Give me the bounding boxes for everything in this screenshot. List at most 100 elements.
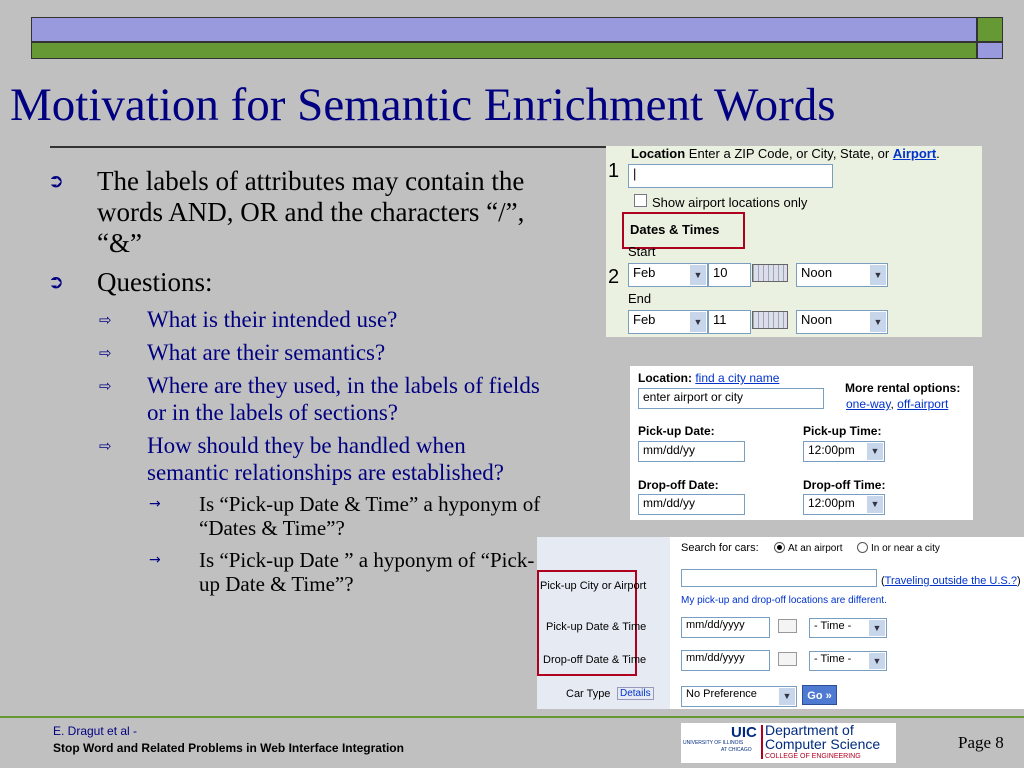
sub-bullet-text: What is their intended use? (147, 307, 398, 332)
airport-link[interactable]: Airport (893, 146, 936, 161)
step-number-1: 1 (608, 160, 620, 182)
pickup-time-label: Pick-up Time: (803, 424, 882, 438)
sub-sub-bullet-text: Is “Pick-up Date ” a hyponym of “Pick-up… (199, 548, 535, 596)
sub-bullet-item: ⇨ What are their semantics? (44, 339, 544, 366)
sub-sub-bullet-item: → Is “Pick-up Date & Time” a hyponym of … (44, 492, 544, 540)
form-screenshot-3: Search for cars: At an airport In or nea… (537, 537, 1024, 709)
car-type-select[interactable]: No Preference ▼ (681, 686, 797, 707)
dropoff-date-input[interactable]: mm/dd/yy (638, 494, 745, 515)
chevron-down-icon: ▼ (690, 312, 706, 332)
sub-bullet-item: ⇨ Where are they used, in the labels of … (44, 372, 544, 426)
in-city-label: In or near a city (871, 543, 940, 554)
pickup-date-input[interactable]: mm/dd/yyyy (681, 617, 770, 638)
chevron-down-icon: ▼ (870, 265, 886, 285)
form-screenshot-2: Location: find a city name enter airport… (630, 366, 973, 520)
bullet-arrow-icon: ➲ (48, 271, 64, 293)
in-city-radio[interactable] (857, 542, 868, 553)
pickup-city-label: Pick-up City or Airport (540, 580, 647, 592)
chevron-down-icon: ▼ (869, 620, 885, 636)
rental-links: one-way, off-airport (846, 397, 948, 411)
at-airport-radio[interactable] (774, 542, 785, 553)
logo-dept-line1: Department of (765, 722, 854, 738)
different-locations-link[interactable]: My pick-up and drop-off locations are di… (681, 595, 887, 606)
sub-bullet-item: ⇨ How should they be handled when semant… (44, 432, 544, 486)
location-input[interactable]: enter airport or city (638, 388, 824, 409)
find-city-link[interactable]: find a city name (695, 371, 779, 385)
end-label: End (628, 291, 652, 306)
bullet-text: Questions: (97, 267, 213, 297)
sub-sub-bullet-item: → Is “Pick-up Date ” a hyponym of “Pick-… (44, 548, 544, 596)
traveling-outside-link[interactable]: Traveling outside the U.S.? (885, 575, 1017, 587)
location-line: Location Enter a ZIP Code, or City, Stat… (631, 146, 940, 161)
pickup-time-value: 12:00pm (808, 443, 855, 457)
details-link[interactable]: Details (620, 688, 651, 699)
calendar-icon[interactable] (752, 264, 788, 282)
dropoff-date-input[interactable]: mm/dd/yyyy (681, 650, 770, 671)
go-button[interactable]: Go » (802, 685, 837, 705)
location-input[interactable]: | (628, 164, 833, 188)
location-hint: Enter a ZIP Code, or City, State, or (688, 146, 890, 161)
pickup-date-time-label: Pick-up Date & Time (546, 621, 647, 633)
off-airport-link[interactable]: off-airport (897, 397, 948, 411)
sub-bullet-arrow-icon: ⇨ (99, 437, 112, 455)
step-number-2: 2 (608, 266, 620, 288)
location-period: . (936, 146, 940, 161)
chevron-down-icon: ▼ (867, 496, 883, 513)
start-label: Start (628, 244, 656, 259)
sub-bullet-arrow-icon: ⇨ (99, 377, 112, 395)
sub-bullet-arrow-icon: ⇨ (99, 311, 112, 329)
bullet-list: ➲ The labels of attributes may contain t… (44, 166, 544, 604)
start-day-input[interactable]: 10 (708, 263, 751, 287)
sub-bullet-item: ⇨ What is their intended use? (44, 306, 544, 333)
dropoff-time-label: Drop-off Time: (803, 478, 886, 492)
pickup-time-select[interactable]: 12:00pm ▼ (803, 441, 885, 462)
start-month-select[interactable]: Feb ▼ (628, 263, 708, 287)
chevron-down-icon: ▼ (870, 312, 886, 332)
more-options-label: More rental options: (845, 381, 961, 395)
header-bar-bottom (31, 42, 977, 59)
traveling-link-wrap: (Traveling outside the U.S.?) (881, 575, 1021, 587)
logo-college: COLLEGE OF ENGINEERING (765, 753, 861, 760)
at-airport-label: At an airport (788, 543, 843, 554)
calendar-icon[interactable] (778, 652, 797, 666)
show-airport-checkbox[interactable] (634, 194, 647, 207)
footer-paper-title: Stop Word and Related Problems in Web In… (53, 741, 404, 755)
sub-bullet-text: How should they be handled when semantic… (147, 433, 505, 485)
bullet-item: ➲ The labels of attributes may contain t… (44, 166, 544, 259)
dropoff-time-value: 12:00pm (808, 496, 855, 510)
start-time-select[interactable]: Noon ▼ (796, 263, 888, 287)
logo-univ-line1: UNIVERSITY OF ILLINOIS (683, 740, 744, 746)
calendar-icon[interactable] (752, 311, 788, 329)
one-way-link[interactable]: one-way (846, 397, 890, 411)
end-time-select[interactable]: Noon ▼ (796, 310, 888, 334)
details-link-wrap: Details (617, 687, 654, 700)
dropoff-time-select[interactable]: 12:00pm ▼ (803, 494, 885, 515)
dropoff-time-value: - Time - (814, 653, 852, 665)
header-square-top (977, 17, 1003, 42)
start-month-value: Feb (633, 265, 656, 280)
chevron-down-icon: ▼ (867, 443, 883, 460)
end-month-select[interactable]: Feb ▼ (628, 310, 708, 334)
location-label: Location: (638, 371, 692, 385)
pickup-date-input[interactable]: mm/dd/yy (638, 441, 745, 462)
page-number: Page 8 (958, 733, 1004, 752)
pickup-city-input[interactable] (681, 569, 877, 587)
start-day-value: 10 (713, 265, 728, 280)
chevron-down-icon: ▼ (779, 688, 795, 705)
calendar-icon[interactable] (778, 619, 797, 633)
logo-dept-line2: Computer Science (765, 736, 881, 752)
pickup-time-select[interactable]: - Time - ▼ (809, 618, 887, 638)
header-bar-top (31, 17, 977, 42)
sub-bullet-arrow-icon: ⇨ (99, 344, 112, 362)
form-screenshot-1: Location Enter a ZIP Code, or City, Stat… (606, 146, 982, 337)
end-time-value: Noon (801, 312, 833, 327)
bullet-item: ➲ Questions: (44, 267, 544, 298)
search-for-label: Search for cars: (681, 542, 759, 554)
logo-uic: UIC (731, 724, 757, 741)
end-day-input[interactable]: 11 (708, 310, 751, 334)
car-type-label: Car Type (566, 688, 611, 700)
chevron-down-icon: ▼ (690, 265, 706, 285)
small-arrow-icon: → (149, 552, 161, 568)
start-time-value: Noon (801, 265, 833, 280)
dropoff-time-select[interactable]: - Time - ▼ (809, 651, 887, 671)
